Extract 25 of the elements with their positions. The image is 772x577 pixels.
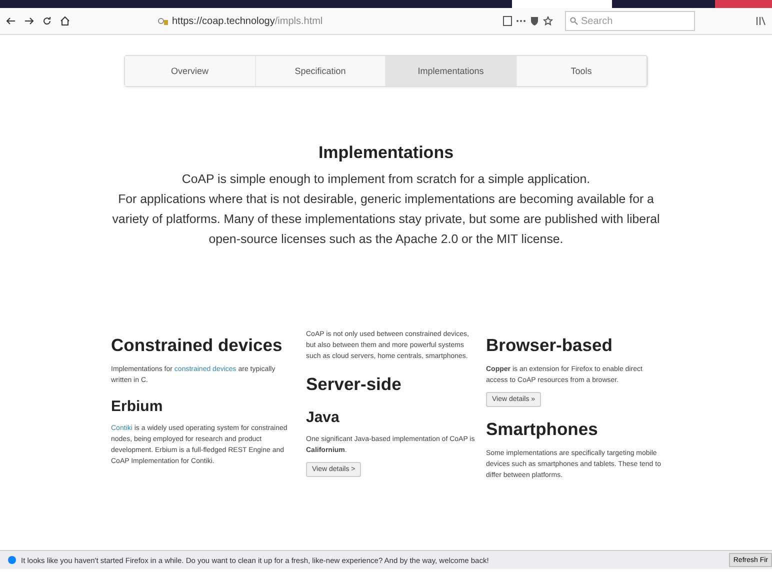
back-icon[interactable] xyxy=(6,16,16,26)
home-icon[interactable] xyxy=(60,16,70,26)
nav-tab[interactable]: Overview xyxy=(125,56,256,86)
intro-paragraph: For applications where that is not desirable, generic implementations are becoming available for a variety of platforms. Many of these implementations stay private, but some are published with liberal open-source licenses such as the Apache 2.0 or the MIT license. xyxy=(111,191,661,248)
star-icon[interactable] xyxy=(543,16,553,26)
section-heading: Constrained devices xyxy=(111,335,284,356)
reader-icon[interactable] xyxy=(503,16,512,26)
nav-tab[interactable]: Implementations xyxy=(386,56,516,86)
search-icon xyxy=(570,17,578,25)
address-bar[interactable]: https://coap.technology/impls.html xyxy=(154,12,557,30)
nav-tab[interactable]: Specification xyxy=(256,56,386,86)
more-icon[interactable] xyxy=(516,19,526,23)
nav-tab[interactable]: Tools xyxy=(516,56,647,86)
library-icon[interactable] xyxy=(756,16,766,26)
section-heading: Server-side xyxy=(306,374,402,395)
page-heading: Implementations xyxy=(317,143,455,163)
intro-paragraph: CoAP is simple enough to implement from scratch for a simple application. xyxy=(180,171,592,188)
info-icon xyxy=(8,556,16,564)
section-heading: Browser-based xyxy=(486,335,614,356)
shield-icon[interactable] xyxy=(530,16,539,26)
forward-icon[interactable] xyxy=(24,16,34,26)
reload-icon[interactable] xyxy=(42,16,52,26)
subsection-heading: Java xyxy=(306,409,340,426)
section-heading: Smartphones xyxy=(486,419,599,440)
subsection-heading: Erbium xyxy=(111,398,164,415)
